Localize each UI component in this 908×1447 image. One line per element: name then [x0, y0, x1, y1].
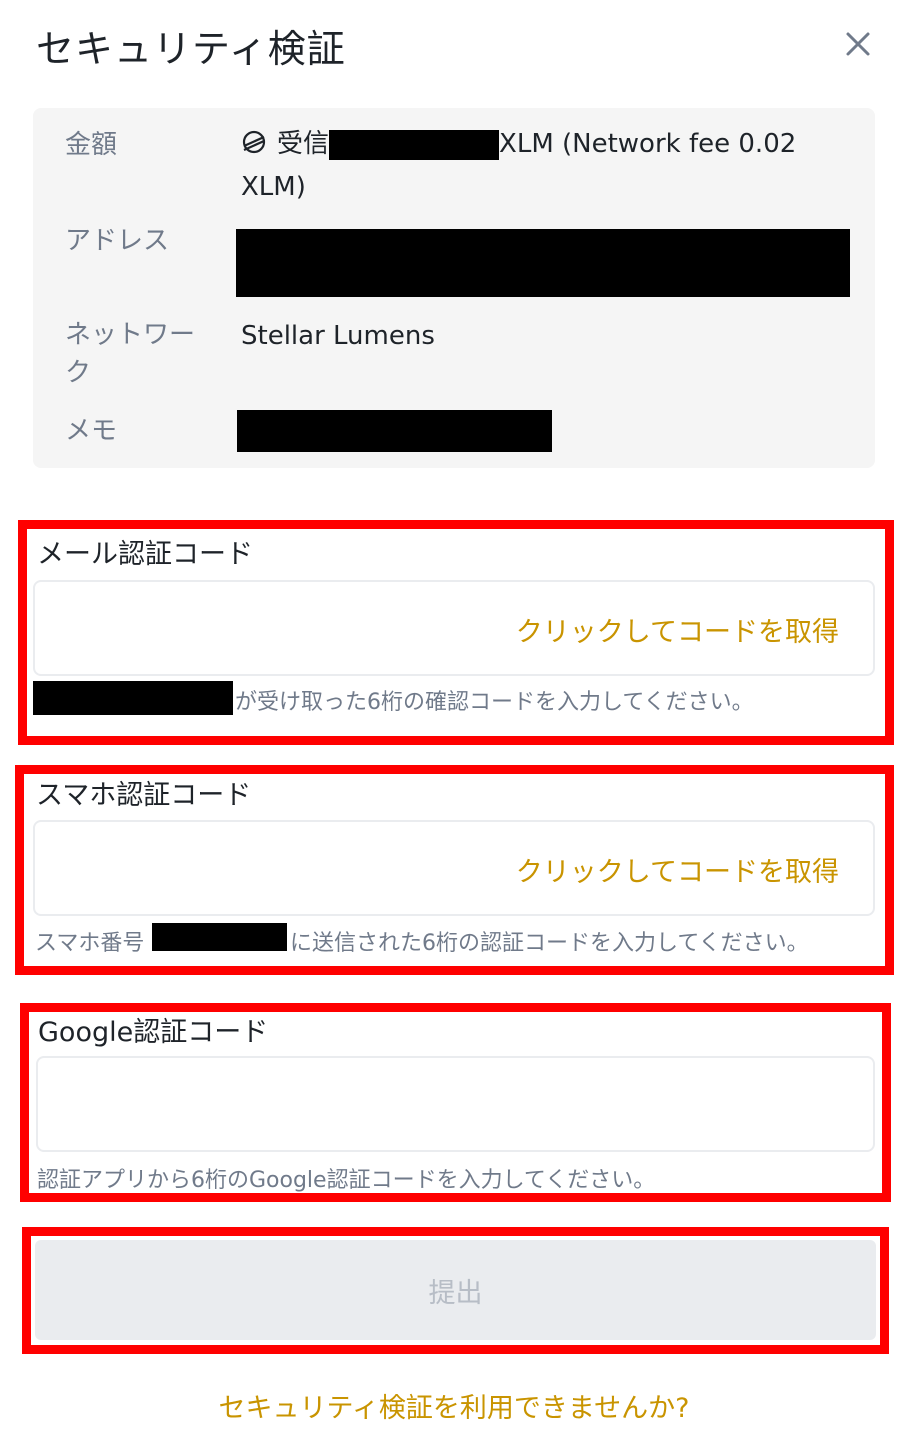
sms-hint-suffix: に送信された6桁の認証コードを入力してください。 — [290, 931, 809, 956]
amount-label: 金額 — [65, 130, 118, 160]
network-label: ネットワー ク — [65, 316, 195, 392]
close-icon[interactable] — [845, 31, 871, 57]
submit-button[interactable]: 提出 — [35, 1240, 876, 1340]
sms-get-code-button[interactable]: クリックしてコードを取得 — [516, 850, 839, 889]
sms-code-label: スマホ認証コード — [36, 780, 252, 811]
sms-hint-prefix: スマホ番号 — [35, 931, 145, 956]
address-label: アドレス — [65, 226, 170, 256]
security-unavailable-link[interactable]: セキュリティ検証を利用できませんか? — [0, 1386, 908, 1425]
redacted-amount — [329, 129, 500, 160]
network-label-line2: ク — [65, 358, 92, 388]
memo-label: メモ — [65, 416, 118, 446]
amount-value: 受信 XLM (Network fee 0.02 XLM) — [241, 124, 861, 207]
security-verification-dialog: セキュリティ検証 金額 受信 XLM (Network fee 0.02 XLM)… — [0, 0, 908, 1447]
amount-suffix: XLM (Network fee 0.02 — [499, 129, 797, 159]
email-code-label: メール認証コード — [37, 539, 253, 570]
google-code-input[interactable] — [36, 1056, 875, 1152]
google-code-hint: 認証アプリから6桁のGoogle認証コードを入力してください。 — [37, 1168, 656, 1193]
redacted-memo — [237, 410, 552, 452]
withdrawal-summary: 金額 受信 XLM (Network fee 0.02 XLM) アドレス ネット… — [33, 108, 875, 468]
google-code-label: Google認証コード — [38, 1017, 269, 1048]
amount-suffix-line2: XLM) — [241, 172, 306, 202]
close-button[interactable] — [836, 22, 880, 66]
email-code-hint: が受け取った6桁の確認コードを入力してください。 — [235, 690, 754, 715]
stellar-icon — [241, 127, 267, 167]
redacted-phone — [152, 923, 287, 951]
sms-code-input[interactable]: クリックしてコードを取得 — [33, 820, 875, 916]
network-value: Stellar Lumens — [241, 321, 435, 351]
amount-prefix: 受信 — [277, 129, 330, 159]
network-label-line1: ネットワー — [65, 320, 196, 350]
redacted-address — [236, 229, 850, 297]
dialog-title: セキュリティ検証 — [36, 27, 346, 71]
email-get-code-button[interactable]: クリックしてコードを取得 — [516, 610, 839, 649]
email-code-input[interactable]: クリックしてコードを取得 — [33, 580, 875, 676]
redacted-email — [33, 681, 233, 715]
